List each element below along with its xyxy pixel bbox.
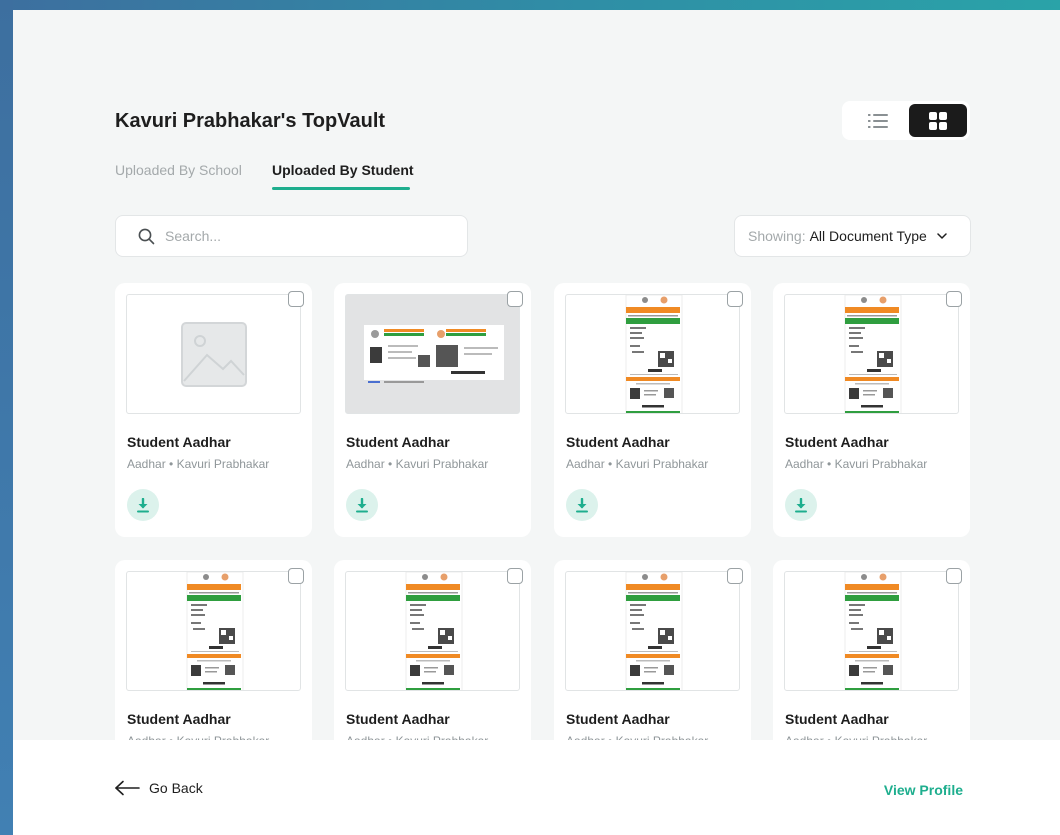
search-input[interactable]	[165, 228, 445, 244]
grid-view-button[interactable]	[909, 104, 967, 137]
select-checkbox[interactable]	[727, 291, 743, 307]
document-subtitle: Aadhar • Kavuri Prabhakar	[785, 457, 928, 471]
document-title: Student Aadhar	[785, 434, 889, 450]
document-thumbnail[interactable]	[345, 294, 520, 414]
document-thumbnail[interactable]	[126, 294, 301, 414]
filter-value: All Document Type	[809, 228, 927, 244]
document-thumbnail[interactable]	[565, 294, 740, 414]
search-box	[115, 215, 468, 257]
document-thumbnail[interactable]	[784, 294, 959, 414]
go-back-label: Go Back	[149, 780, 203, 796]
select-checkbox[interactable]	[946, 291, 962, 307]
aadhar-letter-image	[844, 295, 902, 413]
select-checkbox[interactable]	[507, 568, 523, 584]
document-card[interactable]: Student AadharAadhar • Kavuri Prabhakar	[115, 560, 312, 740]
document-card[interactable]: Student AadharAadhar • Kavuri Prabhakar	[554, 560, 751, 740]
document-title: Student Aadhar	[127, 434, 231, 450]
document-card[interactable]: Student Aadhar Aadhar • Kavuri Prabhakar	[115, 283, 312, 537]
document-thumbnail[interactable]	[784, 571, 959, 691]
active-tab-indicator	[272, 187, 410, 190]
select-checkbox[interactable]	[507, 291, 523, 307]
download-button[interactable]	[785, 489, 817, 521]
search-icon	[138, 228, 155, 244]
aadhar-letter-image	[844, 572, 902, 690]
download-button[interactable]	[346, 489, 378, 521]
arrow-left-icon	[115, 780, 140, 796]
select-checkbox[interactable]	[946, 568, 962, 584]
download-icon	[137, 497, 149, 512]
document-card[interactable]: Student AadharAadhar • Kavuri Prabhakar	[334, 560, 531, 740]
aadhar-letter-image	[625, 572, 683, 690]
download-icon	[795, 497, 807, 512]
select-checkbox[interactable]	[727, 568, 743, 584]
go-back-button[interactable]: Go Back	[114, 780, 203, 796]
select-checkbox[interactable]	[288, 291, 304, 307]
download-icon	[576, 497, 588, 512]
aadhar-letter-image	[186, 572, 244, 690]
grid-icon	[929, 111, 947, 130]
list-icon	[868, 113, 888, 128]
document-title: Student Aadhar	[346, 434, 450, 450]
document-title: Student Aadhar	[346, 711, 450, 727]
document-card[interactable]: Student Aadhar Aadhar • Kavuri Prabhakar	[334, 283, 531, 537]
chevron-down-icon	[937, 233, 947, 239]
document-thumbnail[interactable]	[565, 571, 740, 691]
image-placeholder-icon	[181, 322, 247, 387]
top-accent-bar	[0, 0, 1060, 10]
download-button[interactable]	[566, 489, 598, 521]
document-title: Student Aadhar	[785, 711, 889, 727]
aadhar-letter-image	[625, 295, 683, 413]
document-subtitle: Aadhar • Kavuri Prabhakar	[127, 457, 270, 471]
document-subtitle: Aadhar • Kavuri Prabhakar	[346, 457, 489, 471]
footer-bar: Go Back View Profile	[13, 740, 1060, 835]
document-thumbnail[interactable]	[345, 571, 520, 691]
document-card[interactable]: Student Aadhar Aadhar • Kavuri Prabhakar	[773, 283, 970, 537]
document-subtitle: Aadhar • Kavuri Prabhakar	[566, 457, 709, 471]
document-title: Student Aadhar	[127, 711, 231, 727]
tab-uploaded-by-student[interactable]: Uploaded By Student	[272, 162, 414, 178]
left-accent-bar	[0, 0, 13, 835]
document-thumbnail[interactable]	[126, 571, 301, 691]
download-icon	[356, 497, 368, 512]
filter-prefix: Showing:	[748, 228, 806, 244]
aadhar-letter-image	[405, 572, 463, 690]
view-profile-link[interactable]: View Profile	[884, 782, 963, 798]
view-toggle	[842, 101, 970, 140]
select-checkbox[interactable]	[288, 568, 304, 584]
aadhar-card-image	[346, 295, 519, 413]
download-button[interactable]	[127, 489, 159, 521]
vault-panel: Kavuri Prabhakar's TopVault Uploaded By …	[13, 10, 1060, 740]
document-type-filter[interactable]: Showing: All Document Type	[734, 215, 971, 257]
page-title: Kavuri Prabhakar's TopVault	[115, 110, 386, 132]
list-view-button[interactable]	[858, 104, 898, 137]
document-card[interactable]: Student Aadhar Aadhar • Kavuri Prabhakar	[554, 283, 751, 537]
document-card[interactable]: Student AadharAadhar • Kavuri Prabhakar	[773, 560, 970, 740]
document-title: Student Aadhar	[566, 434, 670, 450]
document-title: Student Aadhar	[566, 711, 670, 727]
tab-uploaded-by-school[interactable]: Uploaded By School	[115, 162, 242, 178]
